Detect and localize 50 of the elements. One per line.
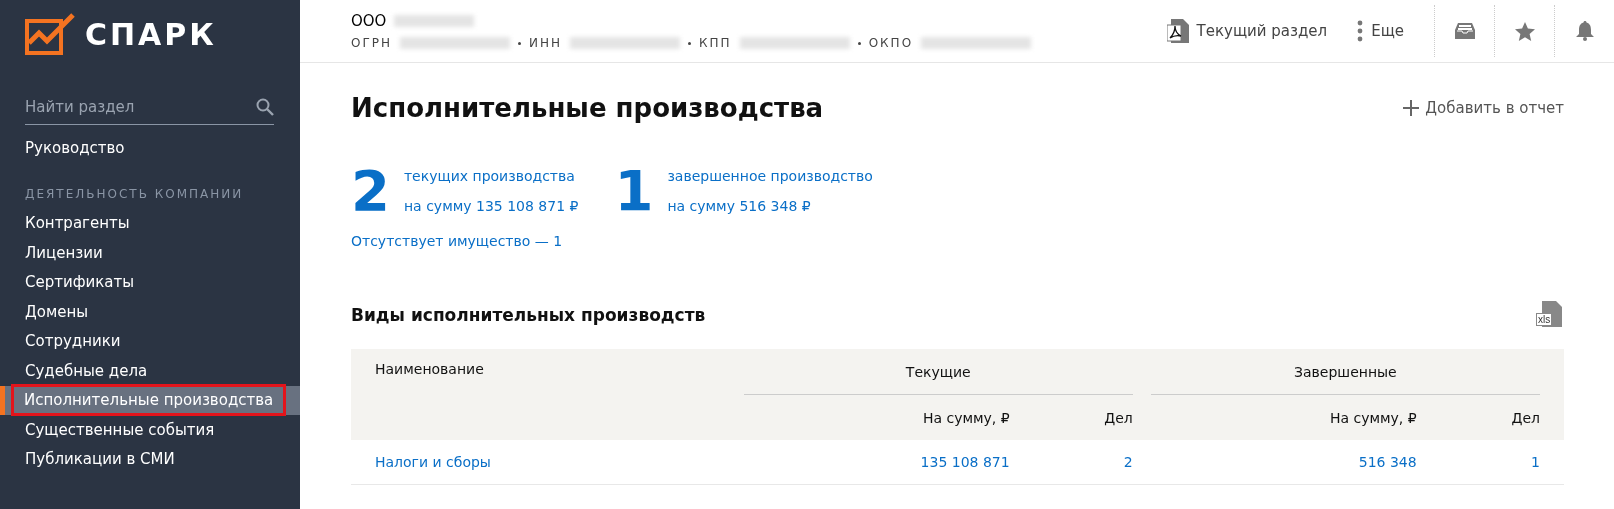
sum-link[interactable]: на сумму 516 348 ₽ <box>667 198 873 214</box>
value-link[interactable]: 516 348 <box>1358 454 1417 470</box>
logo-icon <box>25 13 75 55</box>
sidebar-item[interactable]: Судебные дела <box>0 356 300 386</box>
sidebar-heading: ДЕЯТЕЛЬНОСТЬ КОМПАНИИ <box>24 185 245 203</box>
search-icon <box>256 98 274 116</box>
sidebar-item[interactable]: Сертификаты <box>0 267 300 297</box>
sidebar-item[interactable]: Публикации в СМИ <box>0 444 300 474</box>
sidebar-item[interactable]: Контрагенты <box>0 208 300 238</box>
pdf-icon <box>1166 19 1189 43</box>
column-header: На сумму, ₽ <box>1329 409 1417 426</box>
sum-link[interactable]: на сумму 135 108 871 ₽ <box>403 198 579 214</box>
plus-icon <box>1403 100 1420 116</box>
sidebar-item[interactable]: Руководство <box>0 133 300 163</box>
star-icon <box>1514 21 1535 41</box>
id-label: КПП <box>699 36 732 50</box>
section-title: Виды исполнительных производств <box>351 305 706 325</box>
count-number: 1 <box>614 163 654 219</box>
no-property-link[interactable]: Отсутствует имущество — 1 <box>351 233 1564 249</box>
value-link[interactable]: 2 <box>1123 454 1133 470</box>
id-label: ОКПО <box>868 36 914 50</box>
sidebar-item[interactable]: Лицензии <box>0 238 300 268</box>
page-title: Исполнительные производства <box>351 93 824 123</box>
pdf-export-button[interactable]: Текущий раздел <box>1166 19 1328 43</box>
column-group-header: Текущие <box>905 363 971 380</box>
more-icon <box>1357 20 1364 42</box>
sidebar-item[interactable]: Домены <box>0 297 300 327</box>
column-header: На сумму, ₽ <box>922 409 1010 426</box>
add-to-report-button[interactable]: Добавить в отчет <box>1403 99 1564 117</box>
company-name: ООО <box>351 12 387 30</box>
row-name-link[interactable]: Налоги и сборы <box>375 454 491 470</box>
logo-text: СПАРК <box>85 16 217 52</box>
id-label: ОГРН <box>351 36 393 50</box>
id-label: ИНН <box>529 36 563 50</box>
bell-icon <box>1575 21 1594 41</box>
count-number: 2 <box>351 163 390 219</box>
more-button[interactable]: Еще <box>1357 20 1404 42</box>
sidebar-item[interactable]: Исполнительные производства <box>0 385 300 415</box>
column-group-header: Завершенные <box>1294 363 1397 380</box>
stat-link[interactable]: текущих производства <box>403 168 579 184</box>
stat-link[interactable]: завершенное производство <box>667 168 873 184</box>
sidebar-item[interactable]: Сотрудники <box>0 326 300 356</box>
value-link[interactable]: 135 108 871 <box>920 454 1010 470</box>
column-header: Дел <box>1104 409 1133 426</box>
search-field[interactable]: Найти раздел <box>25 98 256 116</box>
column-header: Дел <box>1511 409 1540 426</box>
column-header: Наименование <box>375 361 484 377</box>
sidebar-item[interactable]: Существенные события <box>0 415 300 445</box>
inbox-icon <box>1454 23 1475 39</box>
value-link[interactable]: 1 <box>1531 454 1540 470</box>
